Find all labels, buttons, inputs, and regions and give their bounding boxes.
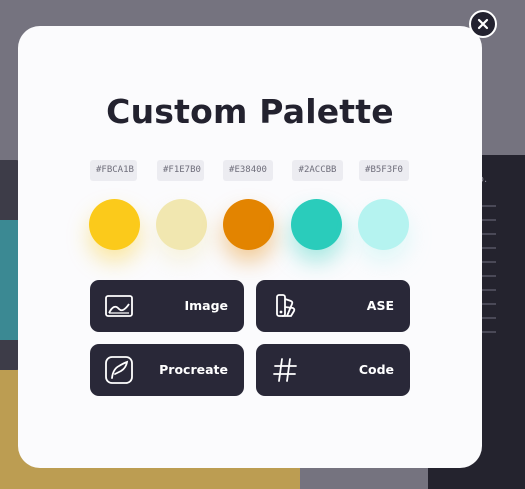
color-swatch[interactable] xyxy=(89,199,140,250)
background-lines xyxy=(480,205,510,345)
hash-icon xyxy=(273,358,297,382)
image-icon xyxy=(105,295,133,317)
export-procreate-label: Procreate xyxy=(159,362,228,377)
swatches-icon xyxy=(276,294,296,317)
export-code-button[interactable]: Code xyxy=(256,344,410,396)
export-image-button[interactable]: Image xyxy=(90,280,244,332)
export-procreate-button[interactable]: Procreate xyxy=(90,344,244,396)
export-ase-button[interactable]: ASE xyxy=(256,280,410,332)
hex-label[interactable]: #FBCA1B xyxy=(90,160,137,181)
hex-label[interactable]: #2ACCBB xyxy=(292,160,343,181)
close-button[interactable] xyxy=(469,10,497,38)
procreate-icon xyxy=(105,356,133,384)
background-accent xyxy=(0,220,20,340)
hex-label[interactable]: #F1E7B0 xyxy=(157,160,204,181)
color-swatch[interactable] xyxy=(223,199,274,250)
close-icon xyxy=(477,18,489,30)
color-swatch[interactable] xyxy=(291,199,342,250)
export-code-label: Code xyxy=(358,362,394,377)
color-swatch[interactable] xyxy=(358,199,409,250)
color-swatch[interactable] xyxy=(156,199,207,250)
export-ase-label: ASE xyxy=(366,298,394,313)
hex-label[interactable]: #E38400 xyxy=(223,160,273,181)
export-image-label: Image xyxy=(184,298,228,313)
modal-title: Custom Palette xyxy=(106,92,394,131)
hex-label[interactable]: #B5F3F0 xyxy=(359,160,409,181)
